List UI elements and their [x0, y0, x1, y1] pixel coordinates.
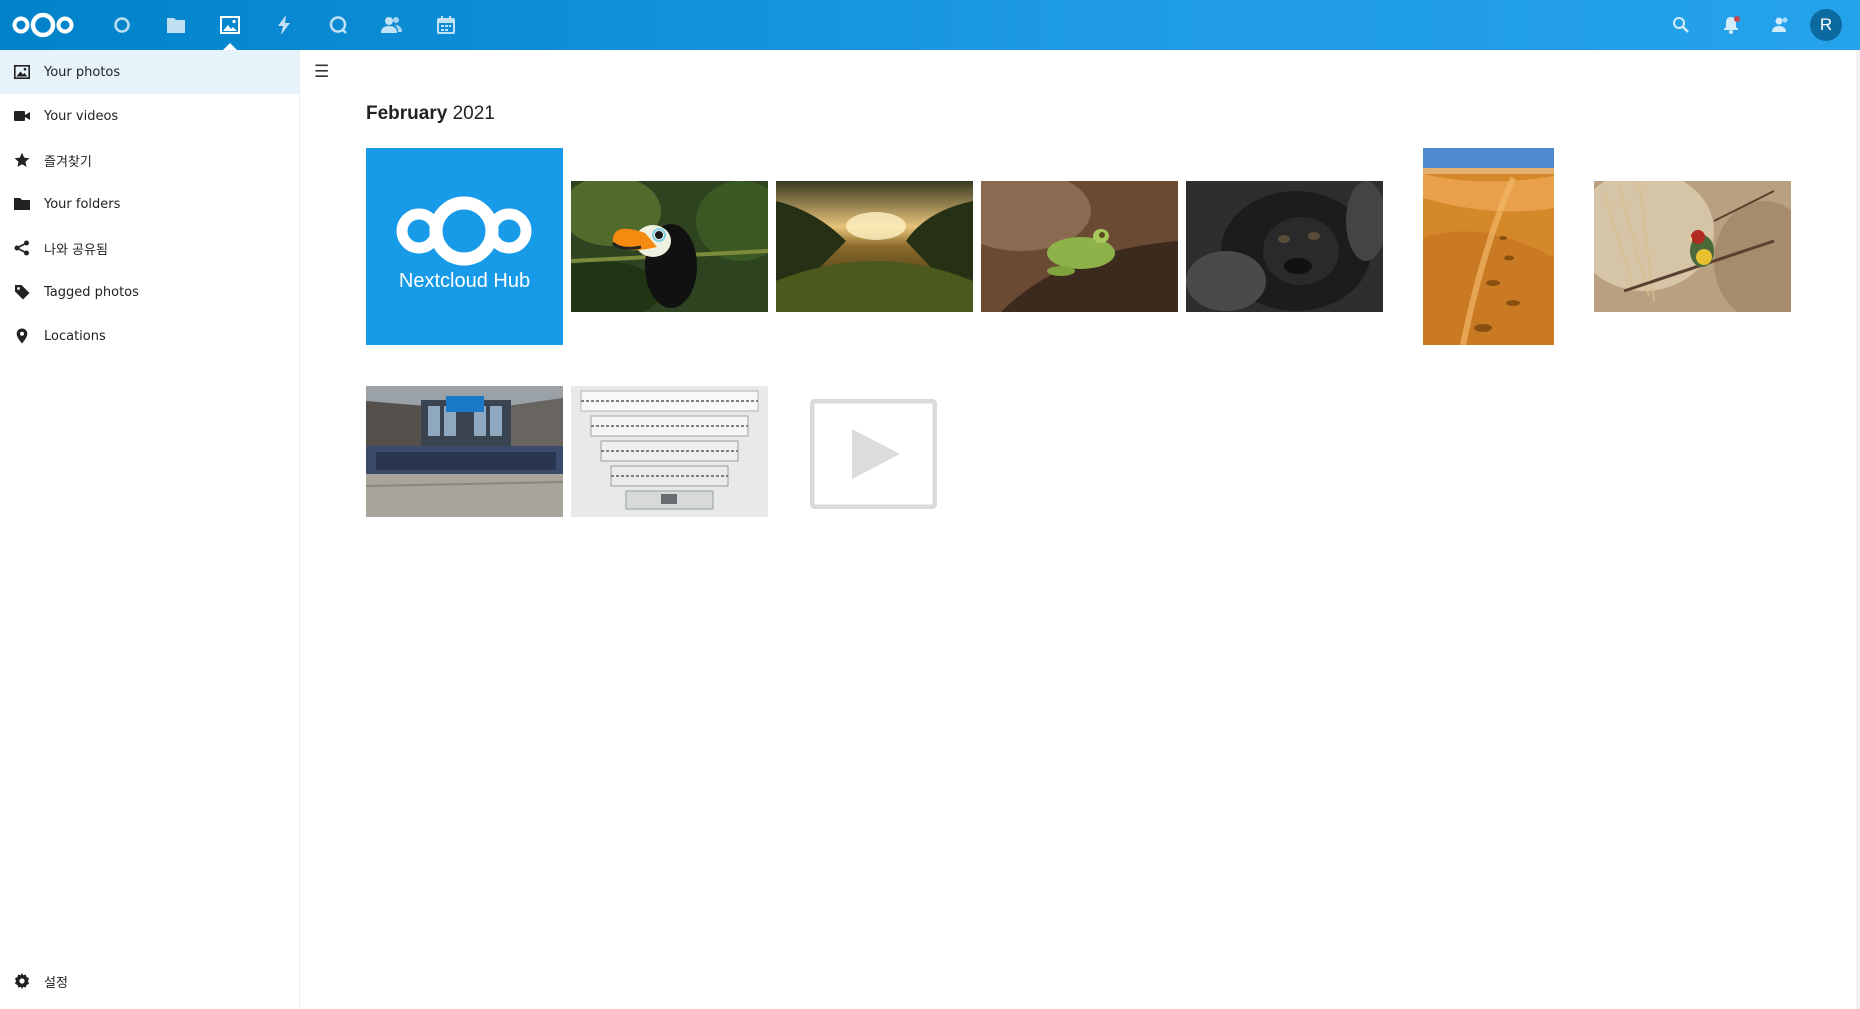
dashboard-icon[interactable]	[95, 0, 149, 50]
sidebar-item-your-photos[interactable]: Your photos	[0, 50, 299, 94]
search-icon[interactable]	[1656, 0, 1706, 50]
month-name: February	[366, 103, 448, 124]
settings-label: 설정	[44, 975, 68, 991]
notifications-bell-icon[interactable]	[1706, 0, 1756, 50]
video-icon	[14, 108, 30, 124]
notification-badge	[1734, 16, 1740, 22]
calendar-icon[interactable]	[419, 0, 473, 50]
sidebar-item-your-folders[interactable]: Your folders	[0, 182, 299, 226]
folder-icon[interactable]	[149, 0, 203, 50]
nextcloud-logo-icon[interactable]	[12, 11, 74, 39]
sidebar-item-label: 나와 공유됨	[44, 242, 108, 258]
video-placeholder[interactable]	[810, 399, 937, 509]
desert-photo[interactable]	[1423, 148, 1554, 345]
sidebar-item-label: Your photos	[44, 64, 121, 80]
header-actions: R	[1656, 0, 1860, 50]
sidebar-item-label: Your videos	[44, 108, 119, 124]
sidebar-item-your-videos[interactable]: Your videos	[0, 94, 299, 138]
contacts-menu-icon[interactable]	[1756, 0, 1806, 50]
sidebar-item-shared-with-me[interactable]: 나와 공유됨	[0, 226, 299, 270]
activity-icon[interactable]	[257, 0, 311, 50]
vineyard-sunset-photo[interactable]	[776, 181, 973, 312]
month-heading: February 2021	[366, 103, 495, 125]
nextcloud-hub-caption: Nextcloud Hub	[398, 270, 531, 292]
gear-icon	[14, 973, 30, 989]
month-year: 2021	[452, 103, 495, 124]
library-photo[interactable]	[571, 386, 768, 517]
sidebar-item-label: Your folders	[44, 196, 121, 212]
vertical-scrollbar[interactable]	[1856, 50, 1860, 1009]
sidebar-item-label: Locations	[44, 328, 106, 344]
frog-photo[interactable]	[981, 181, 1178, 312]
gorilla-photo[interactable]	[1186, 181, 1383, 312]
folder-icon	[14, 196, 30, 212]
sidebar-item-label: Tagged photos	[44, 284, 139, 300]
sidebar-item-favorites[interactable]: 즐겨찾기	[0, 138, 299, 182]
top-header: R	[0, 0, 1860, 50]
photos-content: ☰ February 2021 Nextcloud Hub	[300, 50, 1860, 1009]
team-photo[interactable]	[366, 386, 563, 517]
nextcloud-hub-tile[interactable]: Nextcloud Hub	[366, 148, 563, 345]
bird-photo[interactable]	[1594, 181, 1791, 312]
toucan-photo[interactable]	[571, 181, 768, 312]
nextcloud-hub-logo-icon	[366, 148, 563, 345]
contacts-icon[interactable]	[365, 0, 419, 50]
photos-icon[interactable]	[203, 0, 257, 50]
user-avatar[interactable]: R	[1810, 9, 1842, 41]
sidebar-item-locations[interactable]: Locations	[0, 314, 299, 358]
star-icon	[14, 152, 30, 168]
location-pin-icon	[14, 328, 30, 344]
navigation-toggle-icon[interactable]: ☰	[314, 62, 334, 82]
play-icon	[810, 399, 937, 509]
settings-button[interactable]: 설정	[0, 959, 300, 1003]
image-icon	[14, 64, 30, 80]
sidebar-item-label: 즐겨찾기	[44, 154, 92, 170]
tag-icon	[14, 284, 30, 300]
share-icon	[14, 240, 30, 256]
talk-icon[interactable]	[311, 0, 365, 50]
app-navigation: Your photos Your videos 즐겨찾기 Your folder…	[0, 50, 300, 1009]
sidebar-item-tagged-photos[interactable]: Tagged photos	[0, 270, 299, 314]
app-menu	[95, 0, 473, 50]
